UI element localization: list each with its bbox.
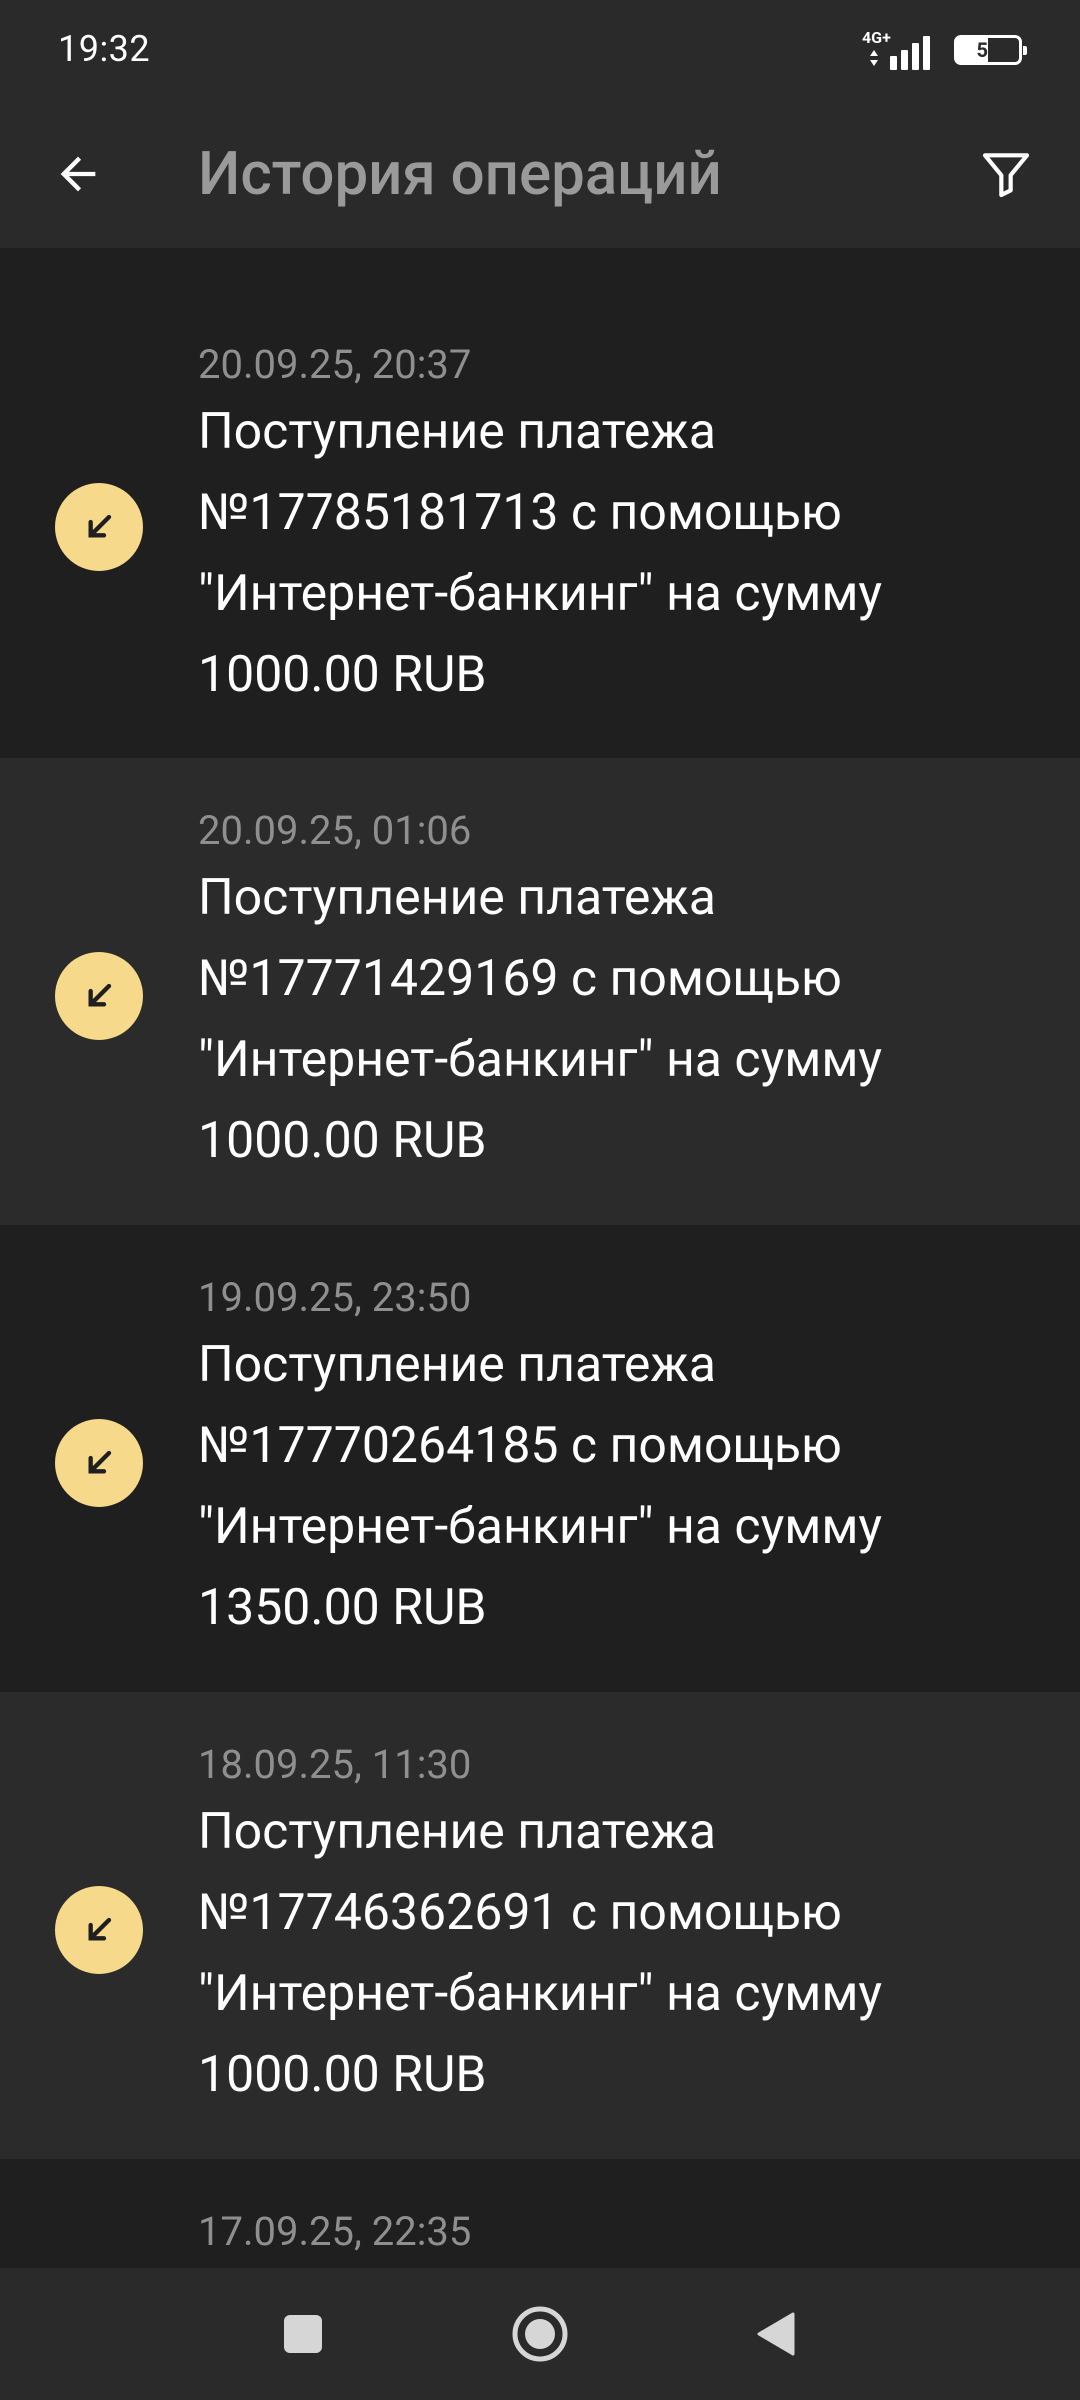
transaction-date: 17.09.25, 22:35 [198, 2208, 472, 2255]
filter-button[interactable] [968, 136, 1044, 212]
battery-level: 50 [976, 38, 1000, 62]
square-icon [284, 2315, 322, 2353]
transaction-date: 18.09.25, 11:30 [198, 1741, 472, 1788]
system-back-button[interactable] [735, 2294, 815, 2374]
transaction-list: 20.09.25, 20:37 Поступление платежа №177… [0, 248, 1080, 2279]
transaction-description: Поступление платежа №17785181713 с помощ… [198, 403, 883, 704]
triangle-back-icon [757, 2312, 795, 2356]
transaction-content: 20.09.25, 20:37 Поступление платежа №177… [198, 340, 1040, 716]
status-time: 19:32 [58, 28, 151, 70]
network-type: 4G+ [862, 28, 891, 47]
screen: 19:32 4G+ 50 История операций 20.09.25, … [0, 0, 1080, 2400]
battery-icon: 50 [954, 35, 1027, 65]
transaction-item[interactable]: 18.09.25, 11:30 Поступление платежа №177… [0, 1692, 1080, 2159]
transaction-item[interactable]: 20.09.25, 20:37 Поступление платежа №177… [0, 248, 1080, 758]
page-title: История операций [198, 138, 722, 209]
signal-icon: 4G+ [862, 28, 940, 70]
transaction-date: 20.09.25, 01:06 [198, 807, 472, 854]
home-button[interactable] [500, 2294, 580, 2374]
transaction-date: 20.09.25, 20:37 [198, 341, 472, 388]
status-icons: 4G+ 50 [862, 28, 1027, 70]
filter-icon [982, 153, 1030, 198]
transaction-content: 19.09.25, 23:50 Поступление платежа №177… [198, 1273, 1040, 1649]
transaction-item[interactable]: 20.09.25, 01:06 Поступление платежа №177… [0, 758, 1080, 1225]
incoming-arrow-icon [55, 952, 143, 1040]
transaction-content: 20.09.25, 01:06 Поступление платежа №177… [198, 806, 1040, 1182]
system-nav-bar [0, 2268, 1080, 2400]
transaction-description: Поступление платежа №17770264185 с помощ… [198, 1336, 883, 1637]
app-bar: История операций [0, 100, 1080, 248]
back-button[interactable] [40, 136, 116, 212]
status-bar: 19:32 4G+ 50 [0, 0, 1080, 100]
transaction-item[interactable]: 19.09.25, 23:50 Поступление платежа №177… [0, 1225, 1080, 1692]
transaction-content: 18.09.25, 11:30 Поступление платежа №177… [198, 1740, 1040, 2116]
transaction-item[interactable]: 17.09.25, 22:35 [0, 2159, 1080, 2279]
circle-home-icon [512, 2306, 568, 2362]
recents-button[interactable] [263, 2294, 343, 2374]
transaction-content: 17.09.25, 22:35 [198, 2207, 1040, 2257]
incoming-arrow-icon [55, 1419, 143, 1507]
incoming-arrow-icon [55, 483, 143, 571]
transaction-date: 19.09.25, 23:50 [198, 1274, 472, 1321]
transaction-description: Поступление платежа №17771429169 с помощ… [198, 869, 883, 1170]
incoming-arrow-icon [55, 1886, 143, 1974]
arrow-left-icon [60, 156, 96, 192]
transaction-description: Поступление платежа №17746362691 с помощ… [198, 1803, 883, 2104]
